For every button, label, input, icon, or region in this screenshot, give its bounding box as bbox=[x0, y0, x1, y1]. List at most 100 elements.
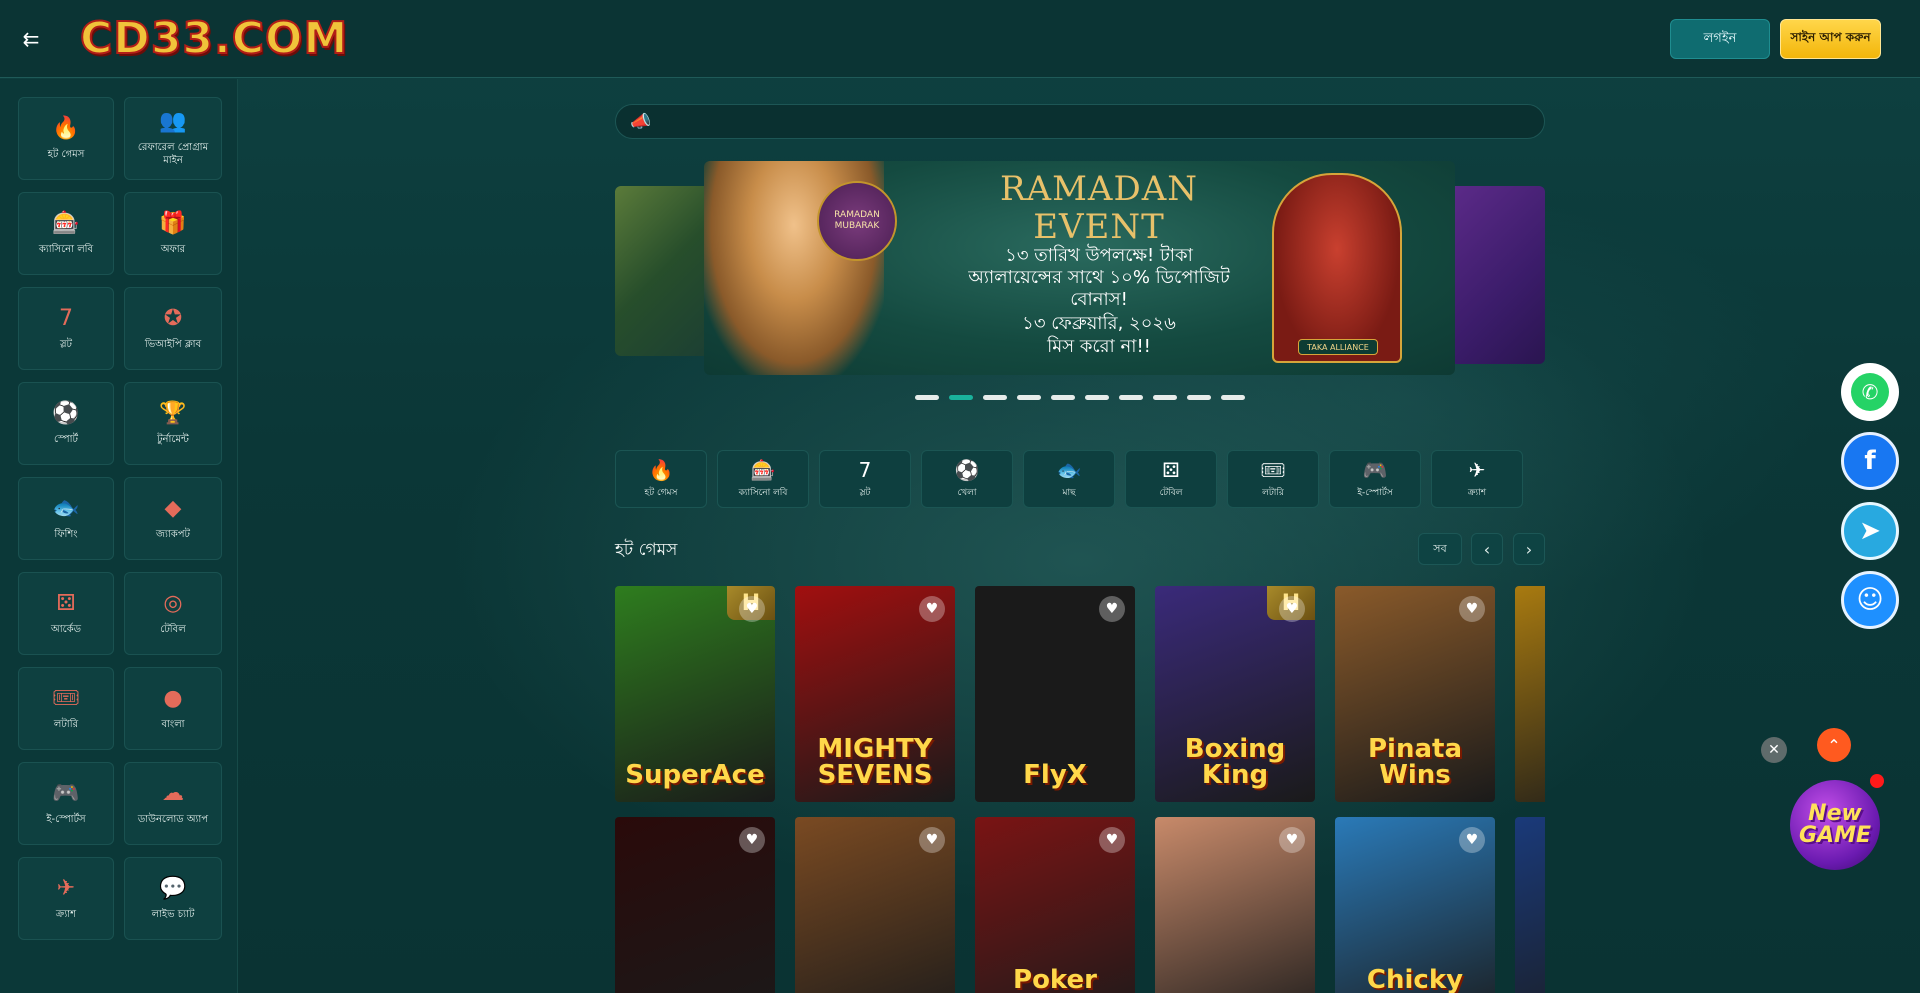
sidebar-item-label: অফার bbox=[160, 243, 186, 255]
category-tab[interactable]: ✈ ক্র্যাশ bbox=[1431, 450, 1523, 508]
carousel-dot[interactable] bbox=[1085, 395, 1109, 400]
sidebar-item[interactable]: 💬 লাইভ চ্যাট bbox=[124, 857, 222, 940]
sidebar-item[interactable]: 🎁 অফার bbox=[124, 192, 222, 275]
game-card[interactable]: ♥ MIGHTY SEVENS bbox=[795, 586, 955, 802]
carousel-dot[interactable] bbox=[1017, 395, 1041, 400]
carousel-dot[interactable] bbox=[983, 395, 1007, 400]
collapse-menu-icon[interactable]: ⇇ bbox=[20, 28, 42, 50]
favorite-heart-icon[interactable]: ♥ bbox=[739, 827, 765, 853]
next-arrow-icon[interactable]: › bbox=[1513, 533, 1545, 565]
sidebar-item[interactable]: 🎮 ই-স্পোর্টস bbox=[18, 762, 114, 845]
game-card[interactable]: ♥ FlyX bbox=[975, 586, 1135, 802]
carousel-dot[interactable] bbox=[1051, 395, 1075, 400]
favorite-heart-icon[interactable]: ♥ bbox=[1099, 827, 1125, 853]
category-tab[interactable]: 🐟 মাছ bbox=[1023, 450, 1115, 508]
sidebar-item[interactable]: ✪ ভিআইপি ক্লাব bbox=[124, 287, 222, 370]
announcement-bar[interactable]: 📣 bbox=[615, 104, 1545, 139]
game-card[interactable]: ♥Ace bbox=[1155, 817, 1315, 993]
category-tab[interactable]: 🎟 লটারি bbox=[1227, 450, 1319, 508]
sidebar-item-label: আর্কেড bbox=[50, 623, 82, 635]
view-all-button[interactable]: সব bbox=[1418, 533, 1462, 565]
sidebar-item-label: ডাউনলোড অ্যাপ bbox=[137, 813, 209, 825]
facebook-icon[interactable]: f bbox=[1841, 432, 1899, 490]
sidebar-item[interactable]: ◎ টেবিল bbox=[124, 572, 222, 655]
games-grid: H ♥ SuperAce ♥ MIGHTY SEVENS ♥ FlyX H ♥ Boxing Ki… bbox=[615, 586, 1545, 993]
carousel-dot[interactable] bbox=[949, 395, 973, 400]
game-card[interactable]: H ♥ Boxing King bbox=[1155, 586, 1315, 802]
sidebar-item[interactable]: 🏆 টুর্নামেন্ট bbox=[124, 382, 222, 465]
banner-prev-slide[interactable] bbox=[615, 186, 709, 356]
game-card[interactable]: ♥Aviator bbox=[615, 817, 775, 993]
sidebar-item[interactable]: 👥 রেফারেল প্রোগ্রাম মাইন bbox=[124, 97, 222, 180]
game-card[interactable]: ♥Showdown bbox=[795, 817, 955, 993]
carousel-dot[interactable] bbox=[1187, 395, 1211, 400]
favorite-heart-icon[interactable]: ♥ bbox=[919, 596, 945, 622]
banner-next-slide[interactable] bbox=[1453, 186, 1545, 364]
game-card[interactable]: ♥ Chicky Run bbox=[1335, 817, 1495, 993]
fire-icon: 🔥 bbox=[648, 457, 674, 482]
category-label: হট গেমস bbox=[644, 487, 678, 498]
customer-support-icon[interactable]: ☺ bbox=[1841, 571, 1899, 629]
sidebar-item-label: লটারি bbox=[53, 718, 79, 730]
sidebar-item[interactable]: 🎟 লটারি bbox=[18, 667, 114, 750]
target-icon: ◎ bbox=[163, 590, 183, 616]
favorite-heart-icon[interactable]: ♥ bbox=[739, 596, 765, 622]
section-title: হট গেমস bbox=[615, 540, 678, 560]
carousel-dot[interactable] bbox=[1119, 395, 1143, 400]
sidebar-item[interactable]: 🎰 ক্যাসিনো লবি bbox=[18, 192, 114, 275]
close-icon[interactable]: ✕ bbox=[1761, 737, 1787, 763]
carousel-dot[interactable] bbox=[1221, 395, 1245, 400]
slot-icon: 7 bbox=[858, 457, 872, 482]
sidebar-item[interactable]: ⚄ আর্কেড bbox=[18, 572, 114, 655]
favorite-heart-icon[interactable]: ♥ bbox=[1459, 596, 1485, 622]
notification-dot bbox=[1870, 774, 1884, 788]
carousel-dot[interactable] bbox=[915, 395, 939, 400]
sidebar-item[interactable]: ◆ জ্যাকপট bbox=[124, 477, 222, 560]
carousel-dot[interactable] bbox=[1153, 395, 1177, 400]
sidebar-item[interactable]: ✈ ক্র্যাশ bbox=[18, 857, 114, 940]
favorite-heart-icon[interactable]: ♥ bbox=[1099, 596, 1125, 622]
scroll-top-icon[interactable]: ⌃ bbox=[1817, 728, 1851, 762]
category-tab[interactable]: ⚄ টেবিল bbox=[1125, 450, 1217, 508]
signup-button[interactable]: সাইন আপ করুন bbox=[1780, 19, 1881, 59]
game-card[interactable]: ♥ Pinata Wins bbox=[1335, 586, 1495, 802]
sidebar-item[interactable]: ● বাংলা bbox=[124, 667, 222, 750]
prev-arrow-icon[interactable]: ‹ bbox=[1471, 533, 1503, 565]
sidebar-item-label: স্পোর্ট bbox=[54, 433, 78, 445]
sidebar-item[interactable]: ⚽ স্পোর্ট bbox=[18, 382, 114, 465]
favorite-heart-icon[interactable]: ♥ bbox=[919, 827, 945, 853]
category-label: লটারি bbox=[1262, 487, 1284, 498]
sidebar-item-label: ই-স্পোর্টস bbox=[46, 813, 86, 825]
category-tab[interactable]: 🎮 ই-স্পোর্টস bbox=[1329, 450, 1421, 508]
sidebar-item[interactable]: 7 স্লট bbox=[18, 287, 114, 370]
sidebar-item[interactable]: ☁ ডাউনলোড অ্যাপ bbox=[124, 762, 222, 845]
sports-icon: ⚽ bbox=[52, 400, 80, 426]
new-game-button[interactable]: New GAME bbox=[1790, 780, 1880, 870]
sidebar-item-label: জ্যাকপট bbox=[156, 528, 190, 540]
category-tab[interactable]: ⚽ খেলা bbox=[921, 450, 1013, 508]
fire-icon: 🔥 bbox=[52, 115, 80, 141]
category-tab[interactable]: 7 স্লট bbox=[819, 450, 911, 508]
bangladesh-flag-icon: ● bbox=[163, 685, 183, 711]
category-tab[interactable]: 🎰 ক্যাসিনো লবি bbox=[717, 450, 809, 508]
favorite-heart-icon[interactable]: ♥ bbox=[1279, 827, 1305, 853]
sidebar-item-label: ভিআইপি ক্লাব bbox=[144, 338, 202, 350]
whatsapp-icon[interactable]: ✆ bbox=[1841, 363, 1899, 421]
category-tab[interactable]: 🔥 হট গেমস bbox=[615, 450, 707, 508]
game-card[interactable]: H ♥ SuperAce bbox=[615, 586, 775, 802]
game-name: MIGHTY SEVENS bbox=[817, 734, 933, 790]
promo-banner[interactable]: RAMADAN MUBARAK RAMADAN EVENT ১৩ তারিখ উ… bbox=[704, 161, 1455, 375]
site-logo[interactable]: CD33.COM bbox=[79, 12, 348, 66]
game-card[interactable]: ♥ Poker Kingdom bbox=[975, 817, 1135, 993]
favorite-heart-icon[interactable]: ♥ bbox=[1459, 827, 1485, 853]
login-button[interactable]: লগইন bbox=[1670, 19, 1770, 59]
sidebar-item[interactable]: 🐟 ফিশিং bbox=[18, 477, 114, 560]
game-card[interactable]: ♥E bbox=[1515, 817, 1545, 993]
telegram-icon[interactable]: ➤ bbox=[1841, 502, 1899, 560]
lottery-icon: 🎟 bbox=[1260, 457, 1286, 482]
game-card[interactable]: ♥Fo bbox=[1515, 586, 1545, 802]
favorite-heart-icon[interactable]: ♥ bbox=[1279, 596, 1305, 622]
megaphone-icon: 📣 bbox=[630, 111, 652, 132]
ramadan-mubarak-badge: RAMADAN MUBARAK bbox=[817, 181, 897, 261]
sidebar-item[interactable]: 🔥 হট গেমস bbox=[18, 97, 114, 180]
